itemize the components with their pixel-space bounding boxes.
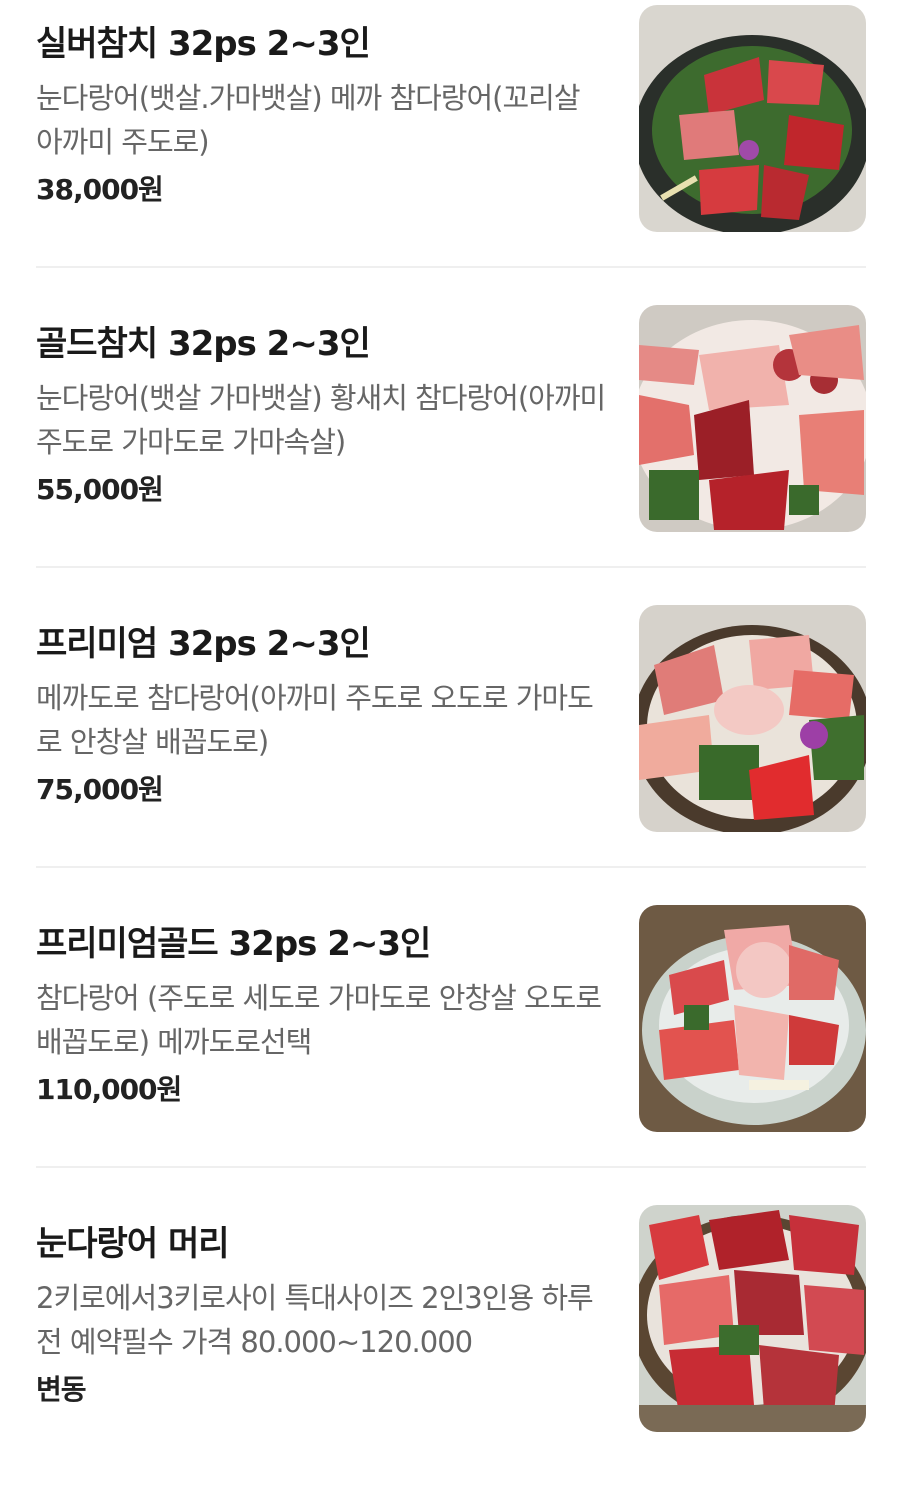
menu-item[interactable]: 골드참치 32ps 2~3인 눈다랑어(뱃살 가마뱃살) 황새치 참다랑어(아까… (0, 300, 900, 600)
menu-item-text: 프리미엄골드 32ps 2~3인 참다랑어 (주도로 세도로 가마도로 안창살 … (36, 922, 606, 1110)
menu-item-price: 75,000원 (36, 773, 164, 806)
menu-item-text: 눈다랑어 머리 2키로에서3키로사이 특대사이즈 2인3인용 하루전 예약필수 … (36, 1222, 606, 1410)
menu-item-name: 실버참치 32ps 2~3인 (36, 24, 371, 64)
menu-item-price: 110,000원 (36, 1073, 182, 1106)
menu-item-price: 변동 (36, 1373, 87, 1406)
menu-item-description: 메까도로 참다랑어(아까미 주도로 오도로 가마도로 안창살 배꼽도로) (36, 681, 594, 759)
tuna-sashimi-platter-photo-icon[interactable] (639, 905, 866, 1132)
menu-item-text: 실버참치 32ps 2~3인 눈다랑어(뱃살.가마뱃살) 메까 참다랑어(꼬리살… (36, 22, 606, 210)
menu-item-description: 눈다랑어(뱃살.가마뱃살) 메까 참다랑어(꼬리살 아까미 주도로) (36, 81, 581, 159)
menu-item-name: 눈다랑어 머리 (36, 1224, 230, 1264)
divider (36, 566, 866, 568)
tuna-sashimi-platter-photo-icon[interactable] (639, 5, 866, 232)
menu-item[interactable]: 실버참치 32ps 2~3인 눈다랑어(뱃살.가마뱃살) 메까 참다랑어(꼬리살… (0, 0, 900, 300)
menu-item[interactable]: 프리미엄골드 32ps 2~3인 참다랑어 (주도로 세도로 가마도로 안창살 … (0, 900, 900, 1200)
menu-item-price: 38,000원 (36, 173, 164, 206)
menu-item-name: 골드참치 32ps 2~3인 (36, 324, 371, 364)
tuna-sashimi-platter-photo-icon[interactable] (639, 605, 866, 832)
menu-item[interactable]: 눈다랑어 머리 2키로에서3키로사이 특대사이즈 2인3인용 하루전 예약필수 … (0, 1200, 900, 1500)
menu-item[interactable]: 프리미엄 32ps 2~3인 메까도로 참다랑어(아까미 주도로 오도로 가마도… (0, 600, 900, 900)
menu-item-name: 프리미엄 32ps 2~3인 (36, 624, 371, 664)
menu-list: 실버참치 32ps 2~3인 눈다랑어(뱃살.가마뱃살) 메까 참다랑어(꼬리살… (0, 0, 900, 1438)
divider (36, 1166, 866, 1168)
menu-item-text: 프리미엄 32ps 2~3인 메까도로 참다랑어(아까미 주도로 오도로 가마도… (36, 622, 606, 810)
menu-item-name: 프리미엄골드 32ps 2~3인 (36, 924, 431, 964)
menu-item-description: 2키로에서3키로사이 특대사이즈 2인3인용 하루전 예약필수 가격 80.00… (36, 1281, 594, 1359)
menu-item-price: 55,000원 (36, 473, 164, 506)
menu-item-text: 골드참치 32ps 2~3인 눈다랑어(뱃살 가마뱃살) 황새치 참다랑어(아까… (36, 322, 606, 510)
tuna-sashimi-platter-photo-icon[interactable] (639, 305, 866, 532)
menu-item-description: 눈다랑어(뱃살 가마뱃살) 황새치 참다랑어(아까미 주도로 가마도로 가마속살… (36, 381, 606, 459)
menu-item-description: 참다랑어 (주도로 세도로 가마도로 안창살 오도로 배꼽도로) 메까도로선택 (36, 981, 602, 1059)
tuna-head-platter-photo-icon[interactable] (639, 1205, 866, 1432)
divider (36, 266, 866, 268)
divider (36, 866, 866, 868)
